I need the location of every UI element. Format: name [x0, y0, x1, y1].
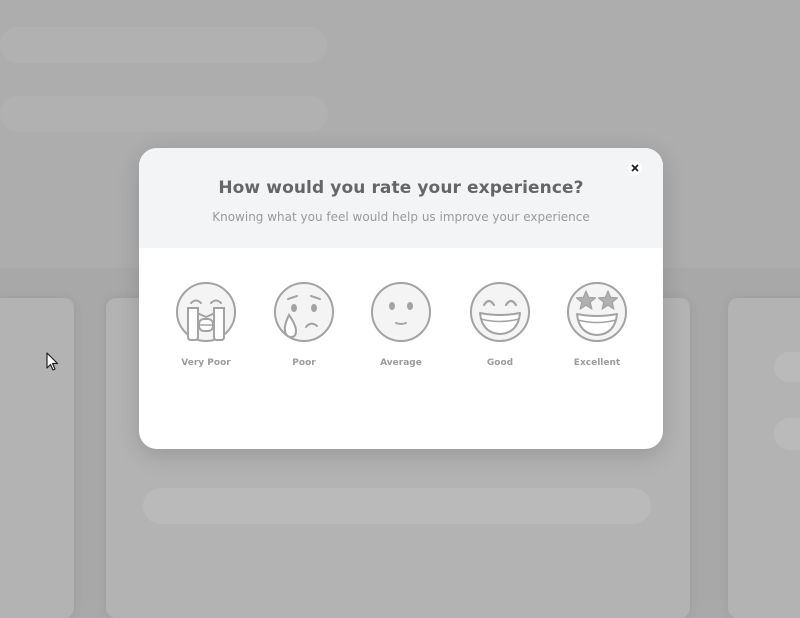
modal-header: How would you rate your experience? Know… — [139, 148, 663, 248]
star-struck-face-icon — [567, 282, 627, 342]
background-placeholder-bar — [0, 27, 327, 63]
background-placeholder-bar — [0, 96, 328, 132]
rating-label: Average — [380, 358, 422, 368]
rating-options: Very Poor Poor Average Good Excellent — [139, 281, 663, 381]
modal-title: How would you rate your experience? — [218, 178, 584, 198]
modal-subtitle: Knowing what you feel would help us impr… — [212, 210, 590, 224]
crying-face-icon — [176, 282, 236, 342]
rating-label: Excellent — [573, 358, 621, 368]
background-card — [0, 298, 74, 618]
rating-option-poor[interactable]: Poor — [264, 281, 344, 368]
rating-label: Poor — [292, 358, 316, 368]
sad-tear-face-icon — [274, 282, 334, 342]
rating-label: Good — [486, 358, 514, 368]
rating-label: Very Poor — [181, 358, 231, 368]
rating-option-average[interactable]: Average — [361, 281, 441, 368]
mouse-cursor-icon — [46, 352, 60, 376]
rating-modal: How would you rate your experience? Know… — [139, 148, 663, 449]
background-placeholder-bar — [774, 352, 800, 382]
background-placeholder-bar — [143, 488, 651, 524]
close-icon — [628, 161, 642, 175]
background-card — [728, 298, 800, 618]
rating-option-excellent[interactable]: Excellent — [557, 281, 637, 368]
grinning-face-icon — [470, 282, 530, 342]
background-placeholder-bar — [774, 418, 800, 450]
neutral-face-icon — [371, 282, 431, 342]
rating-option-good[interactable]: Good — [460, 281, 540, 368]
close-button[interactable] — [628, 161, 642, 175]
rating-option-very-poor[interactable]: Very Poor — [166, 281, 246, 368]
